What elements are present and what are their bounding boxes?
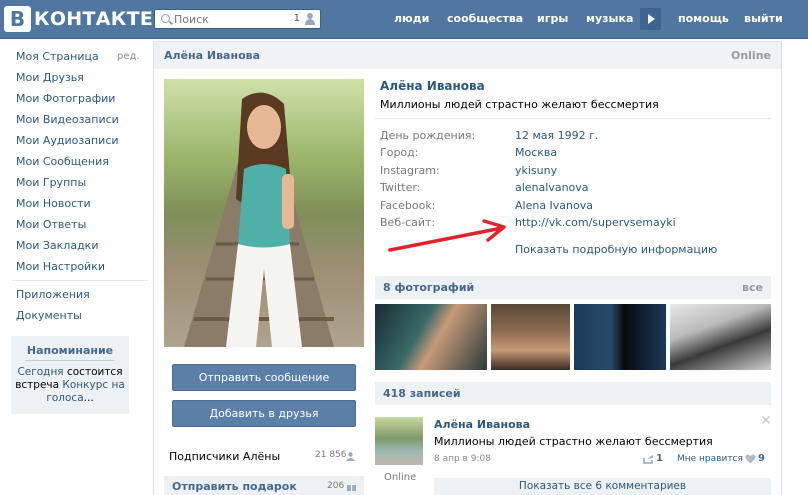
sidebar-item-bookmarks[interactable]: Мои Закладки	[16, 239, 98, 252]
logo-text: КОНТАКТЕ	[34, 8, 154, 30]
online-status: Online	[730, 49, 771, 62]
close-icon[interactable]: ✕	[760, 413, 772, 429]
person-icon[interactable]	[305, 13, 315, 25]
post-text: Миллионы людей страстно желают бессмерти…	[434, 435, 713, 448]
sidebar-item-videos[interactable]: Мои Видеозаписи	[16, 113, 119, 126]
subscribers-count: 21 856	[315, 450, 347, 460]
profile-status[interactable]: Миллионы людей страстно желают бессмерти…	[380, 98, 659, 111]
nav-music[interactable]: музыка	[586, 12, 633, 25]
post-like-label[interactable]: Мне нравится	[677, 454, 743, 464]
show-comments-button[interactable]: Показать все 6 комментариев	[434, 478, 771, 495]
photos-section-header[interactable]: 8 фотографий все	[375, 276, 771, 299]
info-label-city: Город:	[380, 146, 419, 159]
photo-thumbnail[interactable]	[574, 304, 666, 370]
sidebar-item-news[interactable]: Мои Новости	[16, 197, 91, 210]
send-gift-label: Отправить подарок	[172, 480, 297, 493]
info-value-instagram[interactable]: ykisuny	[515, 164, 557, 177]
profile-header-name: Алёна Иванова	[164, 49, 261, 62]
sidebar-item-audio[interactable]: Мои Аудиозаписи	[16, 134, 119, 147]
heart-icon[interactable]	[745, 454, 756, 464]
sidebar-item-settings[interactable]: Мои Настройки	[16, 260, 105, 273]
sidebar-item-friends[interactable]: Мои Друзья	[16, 71, 84, 84]
wall-section-header[interactable]: 418 записей	[375, 382, 771, 405]
play-icon[interactable]	[640, 8, 661, 30]
sidebar-item-documents[interactable]: Документы	[16, 309, 82, 322]
top-bar: В КОНТАКТЕ 1 люди сообщества игры музыка…	[0, 0, 808, 39]
info-value-birthday[interactable]: 12 мая 1992 г.	[515, 129, 598, 142]
add-friend-button[interactable]: Добавить в друзья	[172, 400, 356, 427]
sidebar-item-apps[interactable]: Приложения	[16, 288, 90, 301]
info-value-website[interactable]: http://vk.com/supervsemayki	[515, 216, 676, 229]
subscribers-link[interactable]: Подписчики Алёны	[169, 450, 280, 463]
info-label-birthday: День рождения:	[380, 129, 476, 142]
send-message-button[interactable]: Отправить сообщение	[172, 364, 356, 391]
show-more-info-link[interactable]: Показать подробную информацию	[515, 243, 717, 256]
sidebar-item-photos[interactable]: Мои Фотографии	[16, 92, 115, 105]
post-likes-count: 9	[758, 453, 765, 464]
edit-link[interactable]: ред.	[117, 51, 140, 62]
wall-title: 418 записей	[383, 387, 461, 400]
photo-thumbnail[interactable]	[491, 304, 570, 370]
search-count: 1	[293, 13, 300, 24]
post-author[interactable]: Алёна Иванова	[434, 418, 530, 431]
info-value-facebook[interactable]: Alena Ivanova	[515, 199, 593, 212]
info-label-instagram: Instagram:	[380, 164, 440, 177]
search-box[interactable]: 1	[154, 9, 321, 29]
sidebar-divider	[12, 280, 148, 281]
info-label-twitter: Twitter:	[380, 181, 421, 194]
person-icon	[346, 452, 355, 461]
nav-people[interactable]: люди	[394, 12, 429, 25]
info-value-twitter[interactable]: alenalvanova	[515, 181, 589, 194]
post-reposts-count: 1	[656, 453, 663, 464]
gift-count: 206	[327, 481, 345, 491]
gift-icon	[347, 482, 356, 491]
search-input[interactable]	[174, 12, 284, 26]
reminder-today-link[interactable]: Сегодня	[17, 366, 63, 378]
sidebar-item-groups[interactable]: Мои Группы	[16, 176, 86, 189]
reminder-ellipsis: ...	[83, 392, 94, 404]
vk-logo[interactable]: В КОНТАКТЕ	[4, 6, 153, 32]
photo-thumbnail[interactable]	[670, 304, 771, 370]
profile-photo[interactable]	[164, 79, 364, 347]
profile-header: Алёна Иванова Online	[154, 42, 781, 69]
red-arrow-annotation	[388, 219, 506, 252]
profile-panel: Алёна Иванова Online Отправить сообщение…	[153, 41, 782, 495]
nav-logout[interactable]: выйти	[744, 12, 783, 25]
info-label-facebook: Facebook:	[380, 199, 436, 212]
send-gift-bar[interactable]: Отправить подарок 206	[164, 476, 364, 495]
profile-name: Алёна Иванова	[380, 79, 485, 93]
reminder-divider	[25, 360, 115, 361]
post-avatar[interactable]	[375, 417, 423, 465]
reminder-text: Сегодня состоится встреча Конкурс на гол…	[15, 366, 125, 405]
nav-communities[interactable]: сообщества	[447, 12, 523, 25]
reminder-box: Напоминание Сегодня состоится встреча Ко…	[11, 336, 129, 414]
sidebar-item-messages[interactable]: Мои Сообщения	[16, 155, 109, 168]
info-divider	[375, 118, 771, 119]
info-value-city[interactable]: Москва	[515, 146, 557, 159]
post-avatar-online: Online	[384, 472, 417, 483]
nav-games[interactable]: игры	[537, 12, 568, 25]
photos-title: 8 фотографий	[383, 281, 475, 294]
photos-all-link[interactable]: все	[742, 281, 763, 294]
search-icon	[161, 14, 170, 23]
nav-help[interactable]: помощь	[678, 12, 729, 25]
repost-icon[interactable]	[643, 454, 654, 464]
post-date[interactable]: 8 апр в 9:08	[434, 454, 491, 464]
logo-letter: В	[4, 6, 31, 32]
photo-thumbnail[interactable]	[375, 304, 487, 370]
sidebar-item-my-page[interactable]: Моя Страница	[16, 50, 99, 63]
reminder-title: Напоминание	[26, 344, 114, 357]
sidebar-item-answers[interactable]: Мои Ответы	[16, 218, 86, 231]
